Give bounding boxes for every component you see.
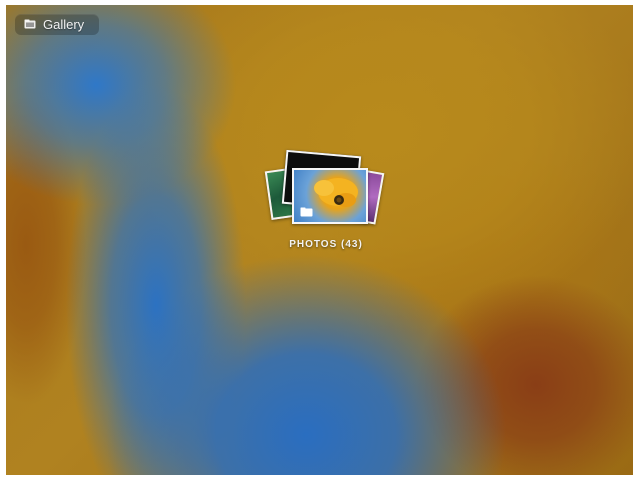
gallery-screen: Gallery PHOTOS (43)	[6, 5, 633, 475]
album-cover-thumbnail	[292, 168, 368, 224]
album-label: PHOTOS (43)	[289, 239, 363, 250]
album-photos[interactable]: PHOTOS (43)	[264, 145, 388, 255]
app-title-bar[interactable]: Gallery	[15, 14, 99, 35]
folder-icon	[300, 207, 313, 217]
app-title: Gallery	[43, 17, 85, 32]
gallery-icon	[24, 19, 36, 29]
